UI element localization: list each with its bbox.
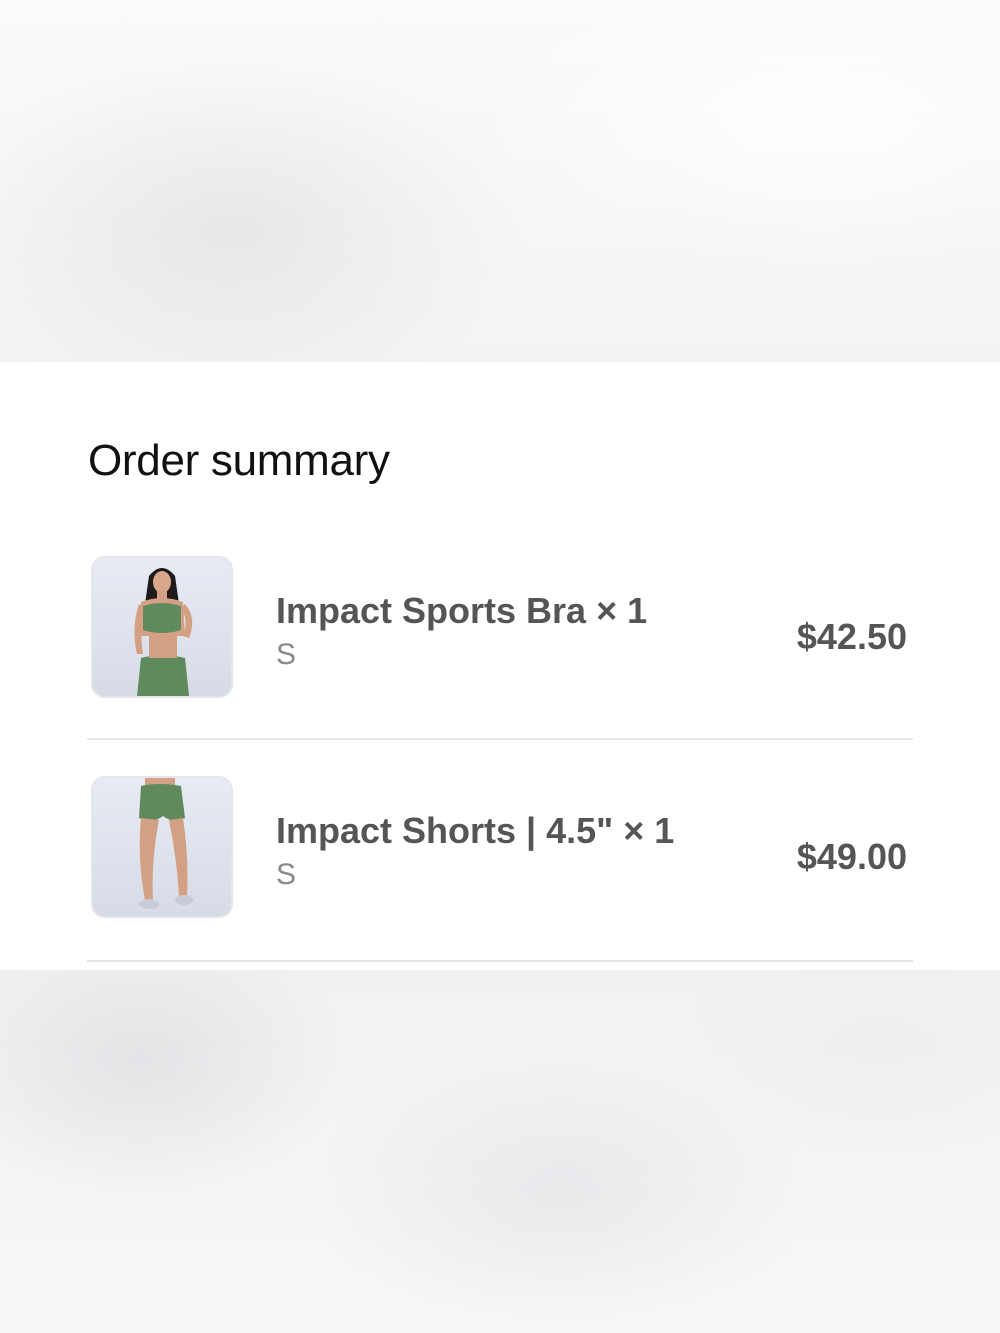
item-divider: [87, 738, 913, 740]
item-divider: [87, 960, 913, 962]
shorts-product-image: [91, 776, 233, 918]
sports-bra-product-image: [91, 556, 233, 698]
blurred-background-bottom: [0, 970, 1000, 1333]
order-summary-title: Order summary: [88, 436, 390, 485]
page: Order summary Impact Sports Bra × 1 S $4…: [0, 0, 1000, 1333]
sports-bra-photo-icon: [134, 568, 193, 696]
order-item-shorts[interactable]: Impact Shorts | 4.5" × 1 S $49.00: [88, 774, 914, 924]
item-name: Impact Sports Bra × 1: [276, 590, 648, 631]
item-price: $49.00: [796, 836, 907, 877]
shorts-photo-icon: [139, 778, 193, 909]
blurred-background-top: [0, 0, 1000, 362]
item-variant: S: [276, 858, 297, 891]
item-variant: S: [276, 638, 297, 671]
item-name: Impact Shorts | 4.5" × 1: [276, 810, 675, 851]
order-item-sports-bra[interactable]: Impact Sports Bra × 1 S $42.50: [88, 554, 914, 704]
item-price: $42.50: [796, 616, 907, 657]
